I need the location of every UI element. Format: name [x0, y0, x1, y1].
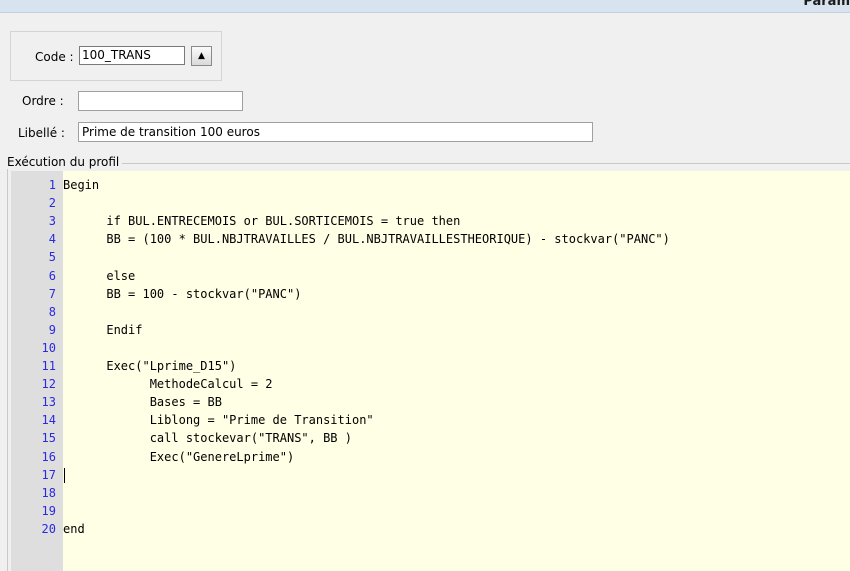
libelle-input[interactable]: Prime de transition 100 euros — [78, 122, 593, 142]
line-number: 13 — [41, 395, 56, 410]
line-number: 17 — [41, 467, 56, 482]
line-text: else — [63, 268, 136, 283]
line-number: 10 — [41, 340, 56, 355]
code-line[interactable]: 20 end — [11, 520, 850, 539]
line-number: 2 — [48, 196, 56, 211]
line-number: 16 — [41, 449, 56, 464]
line-number: 20 — [41, 521, 56, 536]
code-group: Code : 100_TRANS ▲ — [10, 31, 222, 81]
code-line[interactable]: 5 — [11, 248, 850, 267]
line-text: Exec("GenereLprime") — [63, 449, 295, 464]
profile-section-legend: Exécution du profil — [7, 155, 123, 169]
line-number: 18 — [41, 485, 56, 500]
line-number: 14 — [41, 413, 56, 428]
line-number: 6 — [48, 268, 56, 283]
line-text: if BUL.ENTRECEMOIS or BUL.SORTICEMOIS = … — [63, 214, 461, 229]
line-text: BB = (100 * BUL.NBJTRAVAILLES / BUL.NBJT… — [63, 232, 670, 247]
ordre-label: Ordre : — [22, 94, 64, 108]
code-line[interactable]: 16 Exec("GenereLprime") — [11, 448, 850, 467]
code-line[interactable]: 11 Exec("Lprime_D15") — [11, 357, 850, 376]
code-input[interactable]: 100_TRANS — [79, 46, 185, 65]
window-header: Param — [0, 0, 850, 13]
line-text: Begin — [63, 178, 100, 192]
line-text: Endif — [63, 322, 143, 337]
code-line[interactable]: 15 call stockevar("TRANS", BB ) — [11, 429, 850, 448]
code-line[interactable]: 14 Liblong = "Prime de Transition" — [11, 411, 850, 430]
code-line[interactable]: 18 — [11, 484, 850, 503]
line-text: Bases = BB — [63, 395, 222, 410]
code-line[interactable]: 6 else — [11, 267, 850, 286]
code-line[interactable]: 9 Endif — [11, 321, 850, 340]
line-number: 11 — [41, 359, 56, 373]
triangle-up-icon: ▲ — [198, 51, 205, 61]
line-text: call stockevar("TRANS", BB ) — [63, 431, 352, 446]
line-number: 3 — [48, 214, 56, 229]
code-line[interactable]: 10 — [11, 339, 850, 358]
line-number: 12 — [41, 377, 56, 392]
line-text: end — [63, 521, 85, 536]
line-text: MethodeCalcul = 2 — [63, 377, 273, 392]
text-caret — [64, 467, 65, 483]
window-title: Param — [803, 0, 850, 9]
code-line[interactable]: 8 — [11, 303, 850, 322]
line-text: Exec("Lprime_D15") — [63, 359, 237, 373]
code-line[interactable]: 3 if BUL.ENTRECEMOIS or BUL.SORTICEMOIS … — [11, 212, 850, 231]
code-line[interactable]: 17 — [11, 466, 850, 485]
code-dropdown-button[interactable]: ▲ — [191, 46, 212, 66]
code-line[interactable]: 4 BB = (100 * BUL.NBJTRAVAILLES / BUL.NB… — [11, 230, 850, 249]
line-text: Liblong = "Prime de Transition" — [63, 413, 374, 428]
ordre-input[interactable] — [78, 91, 243, 111]
profile-section-border-left — [7, 163, 8, 571]
code-line[interactable]: 19 — [11, 502, 850, 521]
code-line[interactable]: 12 MethodeCalcul = 2 — [11, 375, 850, 394]
libelle-label: Libellé : — [18, 126, 65, 140]
line-number: 5 — [48, 250, 56, 265]
line-number: 9 — [48, 322, 56, 337]
code-editor[interactable]: 1 Begin 2 3 if BUL.ENTRECEMOIS or BUL.SORTI… — [11, 171, 850, 571]
line-number: 8 — [48, 304, 56, 319]
code-line[interactable]: 7 BB = 100 - stockvar("PANC") — [11, 285, 850, 304]
code-line[interactable]: 1 Begin — [11, 176, 850, 195]
line-number: 4 — [48, 232, 56, 247]
line-text: BB = 100 - stockvar("PANC") — [63, 286, 302, 301]
line-number: 7 — [48, 286, 56, 301]
code-label: Code : — [35, 50, 74, 64]
line-number: 15 — [41, 431, 56, 446]
line-number: 1 — [48, 178, 56, 192]
code-line[interactable]: 2 — [11, 194, 850, 213]
code-line[interactable]: 13 Bases = BB — [11, 393, 850, 412]
profile-section-border — [7, 163, 850, 164]
line-number: 19 — [41, 503, 56, 518]
